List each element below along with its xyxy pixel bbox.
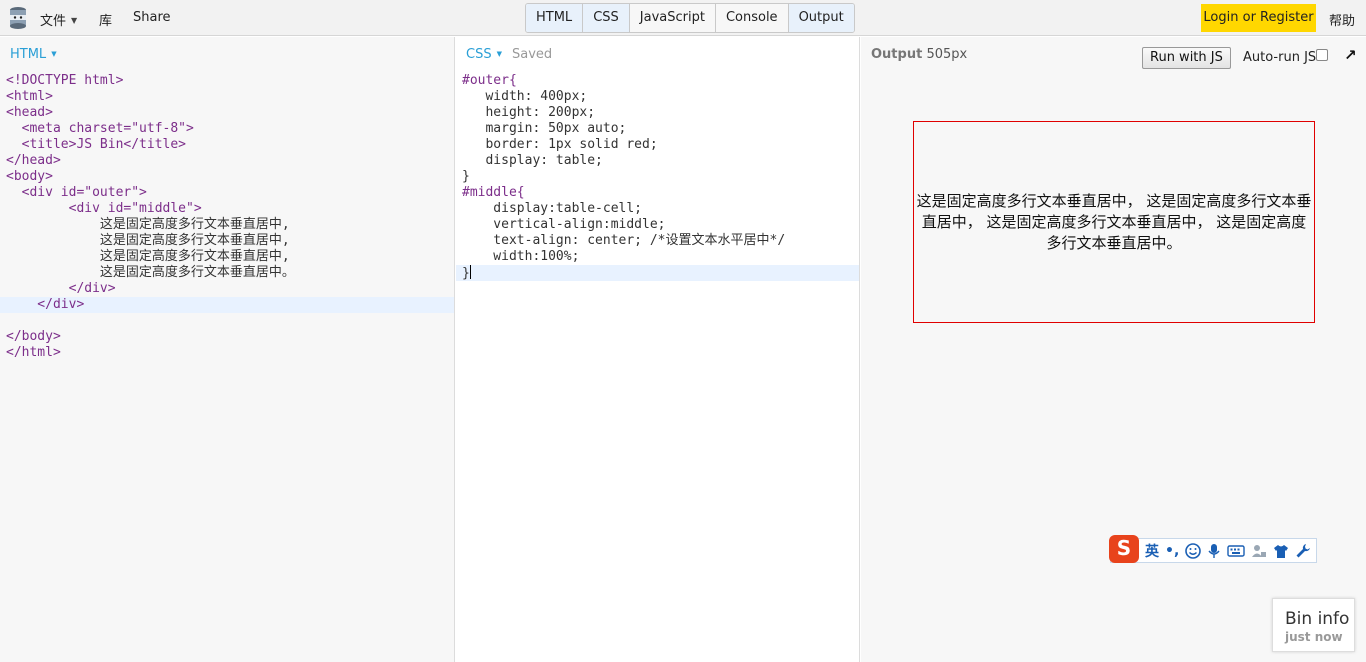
code-line: vertical-align:middle; [462,217,666,232]
code-line: </div> [6,281,116,296]
code-line: height: 200px; [462,105,596,120]
tab-css[interactable]: CSS [583,4,630,32]
code-line: <title>JS Bin</title> [6,137,187,152]
code-line: </head> [6,153,61,168]
auto-run-label: Auto-run JS [1243,50,1317,65]
ime-punctuation-toggle[interactable]: •, [1165,543,1179,559]
chevron-down-icon: ▼ [496,50,502,58]
code-line: <body> [6,169,53,184]
code-line: } [462,169,470,184]
chevron-down-icon: ▼ [51,50,57,58]
keyboard-icon[interactable] [1227,544,1245,558]
bin-info-panel[interactable]: Bin info just now [1272,598,1355,652]
bin-info-subtitle: just now [1285,630,1343,644]
panel-tabs: HTML CSS JavaScript Console Output [525,3,855,33]
code-line: <div id="middle"> [6,201,202,216]
code-line: <meta charset="utf-8"> [6,121,194,136]
ime-language-toggle[interactable]: 英 [1145,541,1159,561]
css-panel: CSS ▼ Saved #outer{ width: 400px; height: … [456,37,860,662]
code-line: 这是固定高度多行文本垂直居中, [6,233,290,248]
code-line: display: table; [462,153,603,168]
code-line: 这是固定高度多行文本垂直居中, [6,249,290,264]
code-line: width: 400px; [462,89,588,104]
html-panel-title: HTML [10,47,47,62]
microphone-icon[interactable] [1207,543,1221,559]
rendered-outer-box: 这是固定高度多行文本垂直居中， 这是固定高度多行文本垂直居中， 这是固定高度多行… [913,121,1315,323]
output-title: Output [871,47,923,62]
file-menu[interactable]: 文件 ▼ [40,10,77,29]
user-icon[interactable] [1251,543,1267,559]
sogou-logo-icon[interactable]: S [1109,535,1139,563]
top-bar: 文件 ▼ 库 Share HTML CSS JavaScript Console … [0,0,1366,36]
code-line: <div id="outer"> [6,185,147,200]
code-line: 这是固定高度多行文本垂直居中, [6,217,290,232]
code-line: 这是固定高度多行文本垂直居中。 [6,265,295,280]
help-link[interactable]: 帮助 [1329,10,1355,29]
html-editor[interactable]: <!DOCTYPE html> <html> <head> <meta char… [0,73,454,361]
file-menu-label: 文件 [40,14,67,29]
output-size: 505px [926,47,968,62]
code-line: border: 1px solid red; [462,137,658,152]
code-line-active: } [456,265,859,281]
rendered-text: 这是固定高度多行文本垂直居中， 这是固定高度多行文本垂直居中， 这是固定高度多行… [916,191,1312,252]
bin-info-title: Bin info [1285,609,1350,629]
code-line: text-align: center; /*设置文本水平居中*/ [462,233,786,248]
tab-output[interactable]: Output [788,4,854,32]
code-line: <head> [6,105,53,120]
ime-toolbar: S 英 •, [1109,535,1317,563]
code-line: width:100%; [462,249,580,264]
share-menu[interactable]: Share [133,10,171,25]
library-menu[interactable]: 库 [99,10,112,29]
code-line-active: </div> [0,297,454,313]
html-panel-label[interactable]: HTML ▼ [10,47,57,62]
shirt-icon[interactable] [1273,543,1289,559]
smiley-icon[interactable] [1185,542,1202,559]
code-line: margin: 50px auto; [462,121,627,136]
css-panel-label[interactable]: CSS ▼ Saved [466,47,552,62]
code-line: <!DOCTYPE html> [6,73,124,88]
tab-html[interactable]: HTML [526,4,584,32]
code-line: display:table-cell; [462,201,643,216]
output-header: Output 505px [871,47,967,62]
css-editor[interactable]: #outer{ width: 400px; height: 200px; mar… [456,73,859,281]
login-register-button[interactable]: Login or Register [1201,4,1316,32]
auto-run-checkbox[interactable] [1316,49,1328,61]
code-line: <html> [6,89,53,104]
css-panel-title: CSS [466,47,492,62]
output-panel: Output 505px Run with JS Auto-run JS ↗ 这… [861,37,1366,662]
code-line: #middle{ [462,185,525,200]
code-line: </body> [6,329,61,344]
wrench-icon[interactable] [1295,543,1311,559]
jsbin-logo-icon[interactable] [8,6,28,30]
code-line: #outer{ [462,73,517,88]
chevron-down-icon: ▼ [71,16,78,25]
tab-javascript[interactable]: JavaScript [630,4,716,32]
tab-console[interactable]: Console [716,4,789,32]
html-panel: HTML ▼ <!DOCTYPE html> <html> <head> <met… [0,37,455,662]
save-status: Saved [511,47,553,62]
expand-arrow-icon[interactable]: ↗ [1344,46,1357,64]
run-with-js-button[interactable]: Run with JS [1142,47,1231,69]
text-cursor [469,265,471,279]
code-line: </html> [6,345,61,360]
